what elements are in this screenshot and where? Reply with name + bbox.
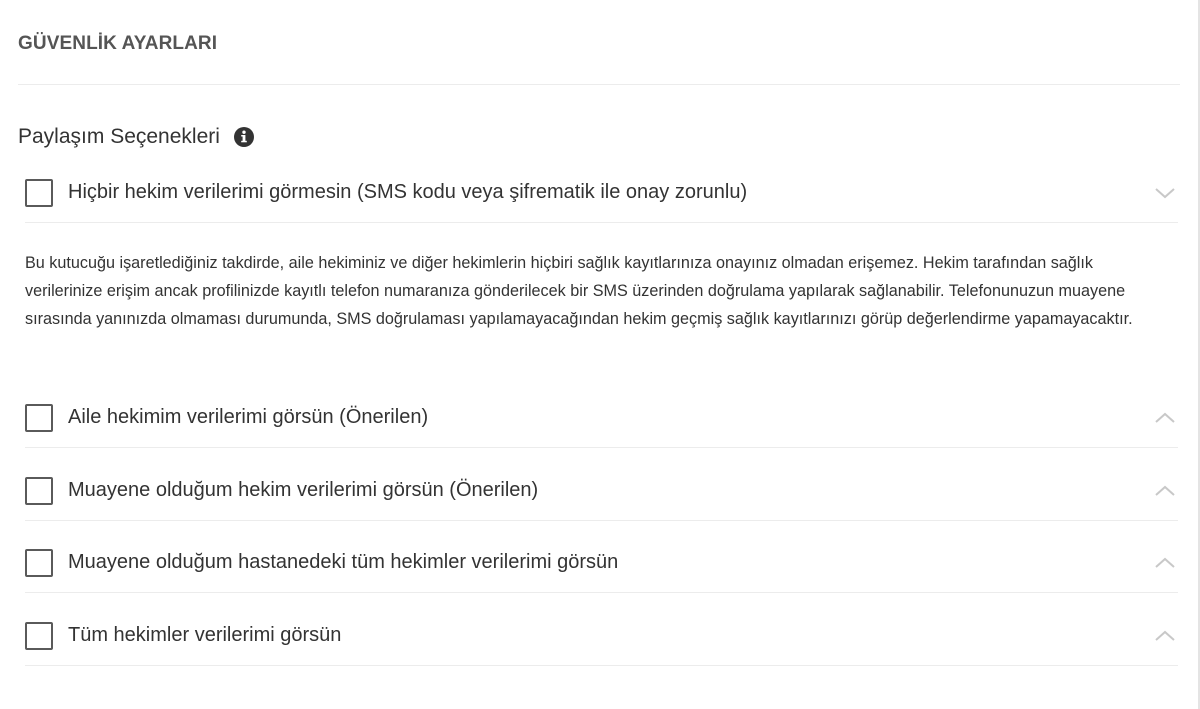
option-label: Muayene olduğum hastanedeki tüm hekimler…: [68, 551, 619, 573]
option-hospital-doctors[interactable]: Muayene olduğum hastanedeki tüm hekimler…: [25, 533, 1178, 593]
header-divider: [18, 84, 1180, 85]
info-circle-icon[interactable]: [233, 126, 255, 148]
option-no-doctor[interactable]: Hiçbir hekim verilerimi görmesin (SMS ko…: [25, 163, 1178, 223]
section-title-label: Paylaşım Seçenekleri: [18, 125, 220, 148]
checkbox[interactable]: [25, 621, 53, 650]
chevron-up-icon[interactable]: [1152, 478, 1178, 504]
option-family-doctor[interactable]: Aile hekimim verilerimi görsün (Önerilen…: [25, 388, 1178, 448]
checkbox[interactable]: [25, 178, 53, 207]
checkbox[interactable]: [25, 476, 53, 505]
chevron-up-icon[interactable]: [1152, 405, 1178, 431]
chevron-down-icon[interactable]: [1152, 180, 1178, 206]
option-label: Tüm hekimler verilerimi görsün: [68, 624, 342, 646]
option-label: Hiçbir hekim verilerimi görmesin (SMS ko…: [68, 181, 748, 203]
option-label: Muayene olduğum hekim verilerimi görsün …: [68, 479, 539, 501]
option-label: Aile hekimim verilerimi görsün (Önerilen…: [68, 406, 429, 428]
page-title: GÜVENLİK AYARLARI: [18, 33, 218, 54]
security-settings-panel: GÜVENLİK AYARLARI Paylaşım Seçenekleri H…: [0, 0, 1200, 709]
option-examining-doctor[interactable]: Muayene olduğum hekim verilerimi görsün …: [25, 461, 1178, 521]
option-all-doctors[interactable]: Tüm hekimler verilerimi görsün: [25, 606, 1178, 666]
option-description: Bu kutucuğu işaretlediğiniz takdirde, ai…: [25, 254, 1133, 328]
section-title: Paylaşım Seçenekleri: [18, 125, 255, 149]
chevron-up-icon[interactable]: [1152, 623, 1178, 649]
checkbox[interactable]: [25, 548, 53, 577]
checkbox[interactable]: [25, 403, 53, 432]
chevron-up-icon[interactable]: [1152, 550, 1178, 576]
